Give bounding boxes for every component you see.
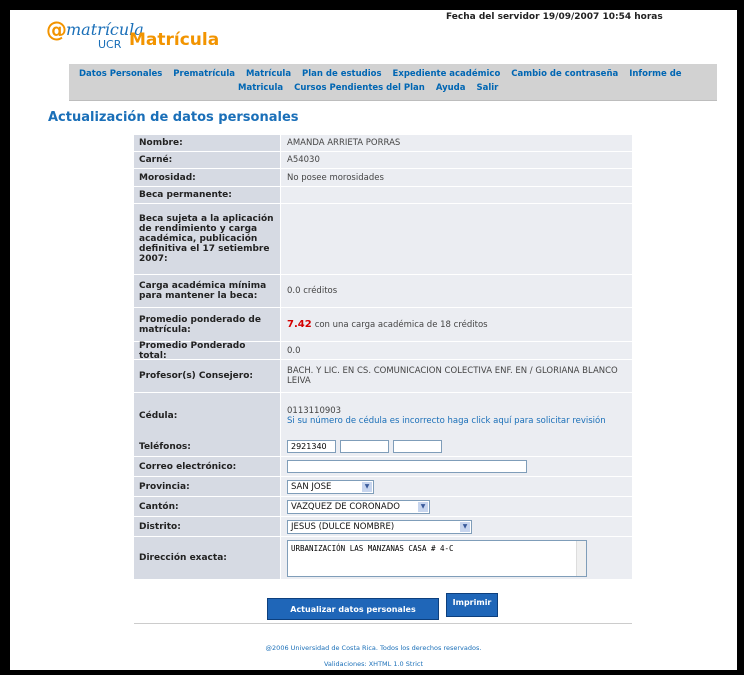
nav-matricula[interactable]: Matrícula bbox=[246, 69, 291, 79]
nav-datos-personales[interactable]: Datos Personales bbox=[79, 69, 162, 79]
row-carga-minima: Carga académica mínima para mantener la … bbox=[134, 275, 632, 308]
row-beca-permanente: Beca permanente: bbox=[134, 187, 632, 204]
promedio-text: con una carga académica de 18 créditos bbox=[314, 319, 488, 330]
provincia-select[interactable]: SAN JOSE ▼ bbox=[287, 479, 374, 494]
canton-select[interactable]: VAZQUEZ DE CORONADO ▼ bbox=[287, 499, 430, 514]
value-provincia: SAN JOSE ▼ bbox=[281, 477, 632, 496]
row-correo: Correo electrónico: bbox=[134, 457, 632, 477]
update-data-button[interactable]: Actualizar datos personales bbox=[267, 598, 439, 620]
label-beca-sujeta: Beca sujeta a la aplicación de rendimien… bbox=[134, 204, 280, 274]
value-profesor-consejero: BACH. Y LIC. EN CS. COMUNICACION COLECTI… bbox=[281, 360, 632, 392]
label-carne: Carné: bbox=[134, 152, 280, 168]
nav-plan-estudios[interactable]: Plan de estudios bbox=[302, 69, 382, 79]
nav-cursos-pendientes[interactable]: Cursos Pendientes del Plan bbox=[294, 83, 425, 93]
nav-expediente[interactable]: Expediente académico bbox=[393, 69, 501, 79]
row-nombre: Nombre: AMANDA ARRIETA PORRAS bbox=[134, 135, 632, 152]
at-logo-icon: @ bbox=[46, 18, 67, 42]
value-distrito: JESUS (DULCE NOMBRE) ▼ bbox=[281, 517, 632, 536]
textarea-scrollbar[interactable] bbox=[576, 540, 586, 576]
app-title: Matrícula bbox=[129, 30, 220, 50]
nav-informe[interactable]: Informe de bbox=[629, 69, 681, 79]
chevron-down-icon[interactable]: ▼ bbox=[460, 521, 470, 532]
label-cedula: Cédula: bbox=[134, 393, 280, 438]
value-canton: VAZQUEZ DE CORONADO ▼ bbox=[281, 497, 632, 516]
nav-informe-matricula[interactable]: Matricula bbox=[238, 83, 283, 93]
page: @ matrícula UCR Matrícula Fecha del serv… bbox=[10, 10, 737, 670]
nav-salir[interactable]: Salir bbox=[476, 83, 498, 93]
email-field[interactable] bbox=[287, 460, 527, 473]
value-carga-minima: 0.0 créditos bbox=[281, 275, 632, 307]
contact-form: Teléfonos: Correo electrónico: Provincia… bbox=[134, 437, 632, 580]
label-telefonos: Teléfonos: bbox=[134, 437, 280, 456]
row-distrito: Distrito: JESUS (DULCE NOMBRE) ▼ bbox=[134, 517, 632, 537]
row-beca-sujeta: Beca sujeta a la aplicación de rendimien… bbox=[134, 204, 632, 275]
label-correo: Correo electrónico: bbox=[134, 457, 280, 476]
footer-validation[interactable]: Validaciones: XHTML 1.0 Strict bbox=[10, 660, 737, 668]
value-beca-permanente bbox=[281, 187, 632, 203]
cedula-revision-link[interactable]: Si su número de cédula es incorrecto hag… bbox=[287, 416, 606, 426]
nav-cambio-contrasena[interactable]: Cambio de contraseña bbox=[511, 69, 618, 79]
row-promedio-total: Promedio Ponderado total: 0.0 bbox=[134, 341, 632, 361]
row-morosidad: Morosidad: No posee morosidades bbox=[134, 169, 632, 187]
value-telefonos bbox=[281, 437, 632, 456]
row-carne: Carné: A54030 bbox=[134, 152, 632, 169]
nav-row-2: Matricula Cursos Pendientes del Plan Ayu… bbox=[238, 83, 506, 93]
row-promedio-matricula: Promedio ponderado de matrícula: 7.42 co… bbox=[134, 308, 632, 342]
label-beca-permanente: Beca permanente: bbox=[134, 187, 280, 203]
promedio-value: 7.42 bbox=[287, 319, 312, 330]
value-promedio-total: 0.0 bbox=[281, 342, 632, 359]
print-button[interactable]: Imprimir bbox=[446, 593, 498, 617]
label-promedio-total: Promedio Ponderado total: bbox=[134, 341, 280, 361]
value-morosidad: No posee morosidades bbox=[281, 169, 632, 186]
page-title: Actualización de datos personales bbox=[48, 110, 299, 125]
label-distrito: Distrito: bbox=[134, 517, 280, 536]
nav-row-1: Datos Personales Prematrícula Matrícula … bbox=[79, 69, 690, 79]
direccion-text: URBANIZACIÓN LAS MANZANAS CASA # 4-C bbox=[291, 543, 454, 553]
label-canton: Cantón: bbox=[134, 497, 280, 516]
direccion-textarea[interactable]: URBANIZACIÓN LAS MANZANAS CASA # 4-C bbox=[287, 539, 587, 577]
server-time: Fecha del servidor 19/09/2007 10:54 hora… bbox=[446, 12, 663, 22]
divider bbox=[134, 623, 632, 624]
row-provincia: Provincia: SAN JOSE ▼ bbox=[134, 477, 632, 497]
value-carne: A54030 bbox=[281, 152, 632, 168]
provincia-selected: SAN JOSE bbox=[291, 481, 332, 492]
value-promedio-matricula: 7.42 con una carga académica de 18 crédi… bbox=[281, 308, 632, 341]
canton-selected: VAZQUEZ DE CORONADO bbox=[291, 501, 400, 512]
nav-bar: Datos Personales Prematrícula Matrícula … bbox=[69, 64, 717, 101]
row-canton: Cantón: VAZQUEZ DE CORONADO ▼ bbox=[134, 497, 632, 517]
row-profesor-consejero: Profesor(s) Consejero: BACH. Y LIC. EN C… bbox=[134, 360, 632, 393]
label-promedio-matricula: Promedio ponderado de matrícula: bbox=[134, 308, 280, 341]
telefono-1-input[interactable] bbox=[287, 440, 336, 453]
label-provincia: Provincia: bbox=[134, 477, 280, 496]
chevron-down-icon[interactable]: ▼ bbox=[362, 481, 372, 492]
label-profesor-consejero: Profesor(s) Consejero: bbox=[134, 360, 280, 392]
label-carga-minima: Carga académica mínima para mantener la … bbox=[134, 275, 280, 307]
label-morosidad: Morosidad: bbox=[134, 169, 280, 186]
telefono-3-input[interactable] bbox=[393, 440, 442, 453]
distrito-select[interactable]: JESUS (DULCE NOMBRE) ▼ bbox=[287, 519, 472, 534]
logo-sub-text: UCR bbox=[98, 38, 122, 51]
value-correo bbox=[281, 457, 632, 476]
row-cedula: Cédula: 0113110903 Si su número de cédul… bbox=[134, 393, 632, 439]
value-beca-sujeta bbox=[281, 204, 632, 274]
telefono-2-input[interactable] bbox=[340, 440, 389, 453]
chevron-down-icon[interactable]: ▼ bbox=[418, 501, 428, 512]
label-nombre: Nombre: bbox=[134, 135, 280, 151]
personal-info-table: Nombre: AMANDA ARRIETA PORRAS Carné: A54… bbox=[134, 135, 632, 439]
value-direccion: URBANIZACIÓN LAS MANZANAS CASA # 4-C bbox=[281, 537, 632, 579]
row-telefonos: Teléfonos: bbox=[134, 437, 632, 457]
nav-ayuda[interactable]: Ayuda bbox=[436, 83, 466, 93]
ematricula-logo[interactable]: @ matrícula UCR bbox=[46, 18, 144, 54]
value-cedula: 0113110903 Si su número de cédula es inc… bbox=[281, 393, 632, 438]
row-direccion: Dirección exacta: URBANIZACIÓN LAS MANZA… bbox=[134, 537, 632, 580]
value-nombre: AMANDA ARRIETA PORRAS bbox=[281, 135, 632, 151]
cedula-number: 0113110903 bbox=[287, 405, 342, 416]
distrito-selected: JESUS (DULCE NOMBRE) bbox=[291, 521, 395, 532]
footer-copyright: @2006 Universidad de Costa Rica. Todos l… bbox=[265, 644, 482, 652]
nav-prematricula[interactable]: Prematrícula bbox=[173, 69, 235, 79]
label-direccion: Dirección exacta: bbox=[134, 537, 280, 579]
